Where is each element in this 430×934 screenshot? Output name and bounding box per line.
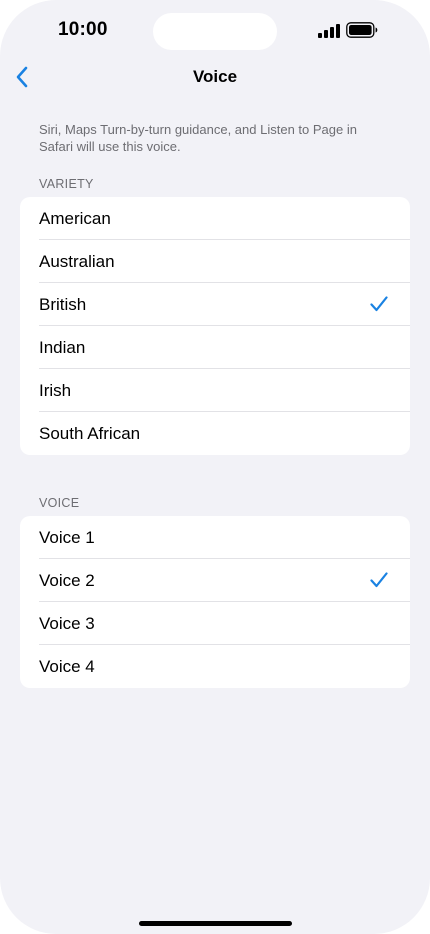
section-header-variety: VARIETY [39,177,94,191]
voice-option-label: Voice 1 [39,528,95,547]
variety-option-american[interactable]: American [20,197,410,240]
voice-option-label: Voice 3 [39,614,95,633]
home-indicator[interactable] [139,921,292,926]
voice-option-4[interactable]: Voice 4 [20,645,410,688]
page-title: Voice [192,67,238,86]
variety-option-label: Irish [39,381,72,400]
variety-option-label: Australian [39,252,115,271]
variety-option-label: Indian [39,338,86,357]
voice-list: Voice 1 Voice 2 Voice 3 Voice 4 [20,516,410,688]
voice-option-1[interactable]: Voice 1 [20,516,410,559]
variety-list: American Australian British Indian Irish… [20,197,410,455]
voice-option-2[interactable]: Voice 2 [20,559,410,602]
checkmark-icon [370,572,388,588]
variety-option-label: South African [39,424,141,443]
voice-option-label: Voice 4 [39,657,95,676]
section-header-voice: VOICE [39,496,80,510]
variety-option-label: American [39,209,111,228]
voice-option-3[interactable]: Voice 3 [20,602,410,645]
navigation-bar: Voice [0,58,430,98]
variety-option-south-african[interactable]: South African [20,412,410,455]
voice-description: Siri, Maps Turn-by-turn guidance, and Li… [39,122,357,154]
status-time: 10:00 [58,19,108,40]
cellular-signal-icon [318,24,340,38]
checkmark-icon [370,296,388,312]
phone-screen: 10:00 Voice Siri, Maps Turn-by-turn guid… [0,0,430,934]
dynamic-island [153,13,277,50]
variety-option-indian[interactable]: Indian [20,326,410,369]
status-bar: 10:00 [0,0,430,60]
variety-option-australian[interactable]: Australian [20,240,410,283]
battery-icon [346,22,378,38]
variety-option-label: British [39,295,87,314]
variety-option-british[interactable]: British [20,283,410,326]
voice-option-label: Voice 2 [39,571,95,590]
variety-option-irish[interactable]: Irish [20,369,410,412]
